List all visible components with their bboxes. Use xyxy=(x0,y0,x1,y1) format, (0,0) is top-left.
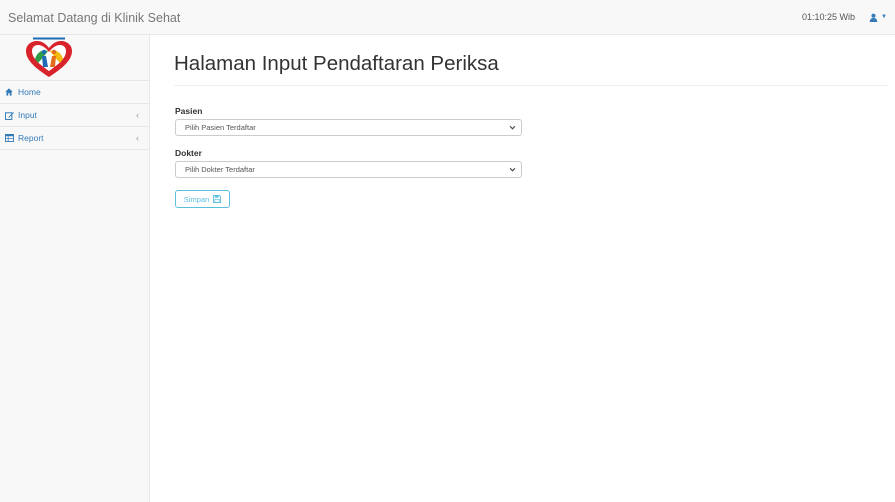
edit-icon xyxy=(5,110,15,120)
dokter-select-value: Pilih Dokter Terdaftar xyxy=(185,165,255,174)
sidebar: Home Input ‹ Report ‹ xyxy=(0,35,150,502)
navbar-brand[interactable]: Selamat Datang di Klinik Sehat xyxy=(8,11,180,25)
table-icon xyxy=(5,133,15,143)
chevron-left-icon: ‹ xyxy=(136,110,139,120)
sidebar-item-report[interactable]: Report ‹ xyxy=(0,127,149,150)
sidebar-item-label: Report xyxy=(18,133,44,143)
top-navbar: Selamat Datang di Klinik Sehat 01:10:25 … xyxy=(0,0,895,35)
save-button[interactable]: Simpan xyxy=(175,190,230,208)
title-divider xyxy=(174,85,889,86)
main-content: Halaman Input Pendaftaran Periksa Pasien… xyxy=(151,35,895,502)
logo-container xyxy=(0,35,149,81)
sidebar-item-home[interactable]: Home xyxy=(0,81,149,104)
clock-display: 01:10:25 Wib xyxy=(802,12,856,22)
user-icon xyxy=(869,13,878,22)
caret-down-icon: ▼ xyxy=(881,14,887,20)
clinic-logo xyxy=(26,37,72,77)
home-icon xyxy=(5,87,15,97)
pasien-select-value: Pilih Pasien Terdaftar xyxy=(185,123,256,132)
dokter-select[interactable]: Pilih Dokter Terdaftar xyxy=(175,161,522,178)
chevron-down-icon xyxy=(509,125,516,130)
user-menu-toggle[interactable]: ▼ xyxy=(869,13,887,22)
sidebar-item-label: Home xyxy=(18,87,41,97)
pasien-select[interactable]: Pilih Pasien Terdaftar xyxy=(175,119,522,136)
pasien-label: Pasien xyxy=(175,106,203,116)
navbar-right: 01:10:25 Wib ▼ xyxy=(802,12,887,22)
floppy-disk-icon xyxy=(213,195,222,203)
dokter-label: Dokter xyxy=(175,148,202,158)
page-title: Halaman Input Pendaftaran Periksa xyxy=(174,52,499,75)
chevron-left-icon: ‹ xyxy=(136,133,139,143)
chevron-down-icon xyxy=(509,167,516,172)
save-button-label: Simpan xyxy=(183,194,210,204)
sidebar-item-input[interactable]: Input ‹ xyxy=(0,104,149,127)
sidebar-item-label: Input xyxy=(18,110,37,120)
